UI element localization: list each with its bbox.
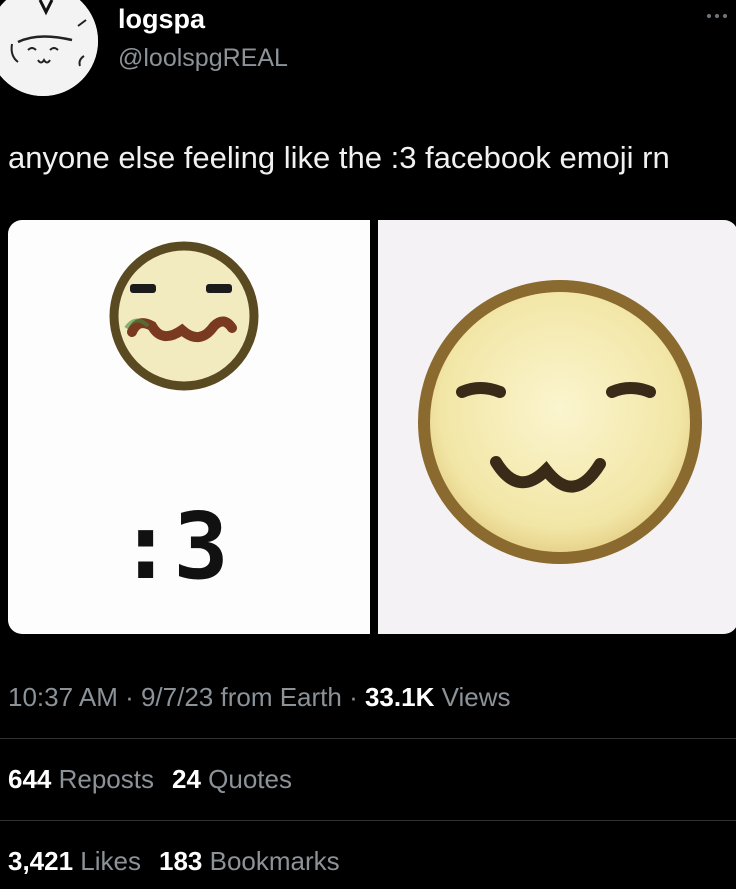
reposts-stat[interactable]: 644 Reposts	[8, 764, 154, 794]
media-image-left[interactable]: :3	[8, 220, 370, 634]
tweet-header: logspa @loolspgREAL	[0, 0, 736, 96]
colon-three-caption: :3	[118, 493, 229, 600]
reposts-quotes-row: 644 Reposts 24 Quotes	[8, 764, 292, 795]
tweet-source: from Earth	[213, 682, 342, 712]
quotes-stat[interactable]: 24 Quotes	[172, 764, 292, 794]
tweet-media[interactable]: :3	[8, 220, 736, 634]
bookmarks-label: Bookmarks	[202, 846, 340, 876]
bookmarks-count: 183	[159, 846, 203, 876]
more-horizontal-icon[interactable]	[704, 6, 730, 26]
likes-label: Likes	[73, 846, 141, 876]
display-name[interactable]: logspa	[118, 4, 205, 35]
large-emoji-image	[418, 280, 702, 564]
divider	[0, 738, 736, 739]
likes-stat[interactable]: 3,421 Likes	[8, 846, 141, 876]
views-count: 33.1K	[364, 682, 435, 712]
tweet-metadata: 10:37 AM · 9/7/23 from Earth · 33.1K Vie…	[8, 682, 510, 713]
reposts-label: Reposts	[51, 764, 154, 794]
quotes-label: Quotes	[200, 764, 292, 794]
small-emoji-image: :3	[109, 241, 259, 600]
tweet-text: anyone else feeling like the :3 facebook…	[8, 140, 670, 175]
bookmarks-stat[interactable]: 183 Bookmarks	[159, 846, 340, 876]
timestamp-date[interactable]: 9/7/23	[141, 682, 213, 712]
media-image-right[interactable]	[378, 220, 736, 634]
meta-separator: ·	[341, 682, 365, 712]
avatar[interactable]	[0, 0, 98, 96]
meta-separator: ·	[117, 682, 141, 712]
views-label: Views	[434, 682, 511, 712]
likes-bookmarks-row: 3,421 Likes 183 Bookmarks	[8, 846, 340, 877]
timestamp-time[interactable]: 10:37 AM	[8, 682, 118, 712]
divider	[0, 820, 736, 821]
reposts-count: 644	[8, 764, 52, 794]
avatar-drawing	[0, 0, 98, 96]
likes-count: 3,421	[8, 846, 74, 876]
user-handle[interactable]: @loolspgREAL	[118, 44, 288, 73]
quotes-count: 24	[172, 764, 201, 794]
